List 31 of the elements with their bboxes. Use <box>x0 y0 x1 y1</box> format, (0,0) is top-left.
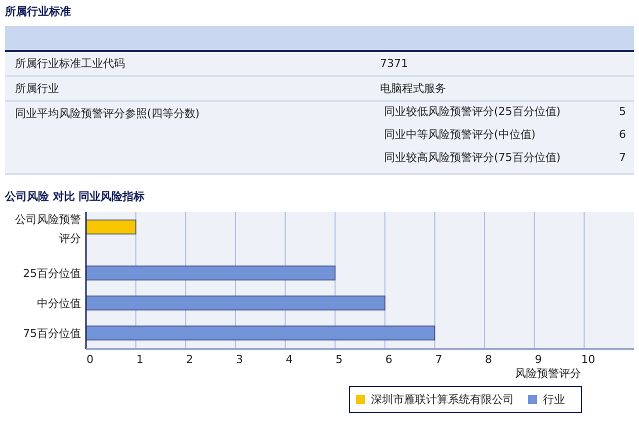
tick-label: 2 <box>186 353 194 366</box>
tick-label: 8 <box>485 353 492 366</box>
row-label: 同业平均风险预警评分参照(四等分数) <box>15 106 201 122</box>
row-label: 所属行业 <box>15 81 60 96</box>
tick-label: 9 <box>534 353 542 366</box>
tick-label: 3 <box>236 353 243 366</box>
row-label: 所属行业标准工业代码 <box>15 56 126 71</box>
chart-title: 公司风险 对比 同业风险指标 <box>5 189 146 204</box>
category-label: 中分位值 <box>37 297 81 310</box>
tick-label: 4 <box>286 353 293 366</box>
tick-label: 10 <box>581 353 596 366</box>
legend-label: 深圳市雁联计算系统有限公司 <box>371 392 514 407</box>
category-label: 25百分位值 <box>23 267 81 280</box>
score-value: 6 <box>619 127 626 142</box>
tick-label: 7 <box>435 353 442 366</box>
tick-label: 5 <box>336 353 343 366</box>
tick-label: 0 <box>86 353 94 366</box>
section-title: 所属行业标准 <box>5 4 72 20</box>
score-label: 同业较低风险预警评分(25百分位值) <box>384 104 561 119</box>
row-value: 电脑程式服务 <box>380 81 447 96</box>
score-label: 同业较高风险预警评分(75百分位值) <box>384 150 561 165</box>
score-value: 5 <box>619 104 626 119</box>
row-value: 7371 <box>380 56 409 71</box>
score-value: 7 <box>619 150 626 165</box>
score-label: 同业中等风险预警评分(中位值) <box>384 127 536 142</box>
category-label: 公司风险预警评分 <box>15 213 81 245</box>
tick-label: 1 <box>136 353 144 366</box>
tick-label: 6 <box>385 353 392 366</box>
legend-label: 行业 <box>543 392 565 407</box>
axis-title: 风险预警评分 <box>515 367 582 380</box>
category-label: 75百分位值 <box>23 327 81 340</box>
